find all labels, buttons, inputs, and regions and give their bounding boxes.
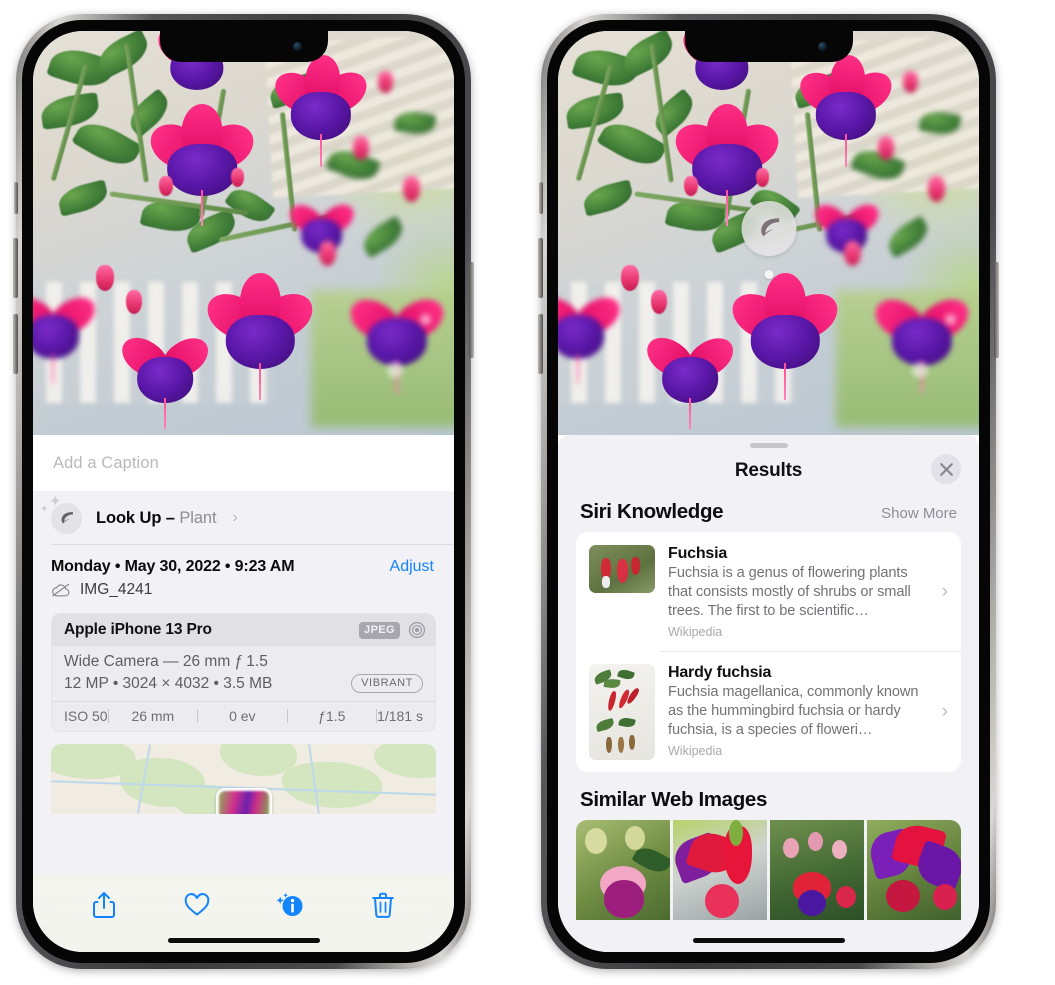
camera-details: Wide Camera — 26 mm ƒ 1.5 12 MP • 3024 ×…: [52, 646, 435, 701]
exif-row: ISO 50 26 mm 0 ev ƒ1.5 1/181 s: [52, 701, 435, 731]
result-title: Fuchsia: [668, 545, 728, 562]
camera-model: Apple iPhone 13 Pro: [64, 621, 212, 638]
format-group: JPEG: [359, 621, 426, 639]
volume-up-button[interactable]: [13, 238, 18, 298]
device-bezel: Add a Caption ✦ ✦ Look Up – Plant › Mond…: [22, 20, 465, 963]
share-button[interactable]: [87, 888, 121, 922]
iphone-left: Add a Caption ✦ ✦ Look Up – Plant › Mond…: [13, 14, 474, 969]
device-notch: [684, 31, 853, 62]
sparkle-icon: ✦: [49, 492, 62, 510]
aperture-icon: [408, 621, 426, 639]
photo-location-pin[interactable]: [215, 788, 272, 814]
result-description: Fuchsia is a genus of flowering plants t…: [668, 565, 911, 619]
result-body: Fuchsia Fuchsia is a genus of flowering …: [668, 545, 929, 639]
sheet-title: Results: [734, 460, 803, 481]
date-row: Monday • May 30, 2022 • 9:23 AM Adjust: [33, 545, 454, 576]
visual-look-up-badge[interactable]: [741, 201, 796, 279]
similar-web-images-header: Similar Web Images: [558, 772, 979, 820]
sparkle-small-icon: ✦: [40, 503, 49, 515]
front-camera: [817, 42, 827, 51]
photographic-style-badge: VIBRANT: [351, 674, 423, 693]
siri-knowledge-header: Siri Knowledge Show More: [558, 494, 979, 532]
exif-ev: 0 ev: [229, 708, 256, 724]
photo-info-sheet: Add a Caption ✦ ✦ Look Up – Plant › Mond…: [33, 435, 454, 952]
chevron-right-icon: ›: [941, 580, 948, 602]
result-description: Fuchsia magellanica, commonly known as t…: [668, 683, 919, 738]
similar-image[interactable]: [673, 819, 767, 920]
exif-shutter: 1/181 s: [377, 708, 423, 724]
leaf-icon[interactable]: [741, 201, 796, 256]
results-sheet: Results Siri Knowledge Show More Fuchsia…: [558, 435, 979, 952]
front-camera: [292, 42, 302, 51]
similar-image[interactable]: [867, 819, 961, 920]
iphone-right: Results Siri Knowledge Show More Fuchsia…: [538, 14, 999, 969]
favorite-button[interactable]: [180, 888, 214, 922]
volume-down-button[interactable]: [13, 314, 18, 374]
screen-right: Results Siri Knowledge Show More Fuchsia…: [558, 31, 979, 952]
similar-image[interactable]: [770, 819, 864, 920]
device-bezel: Results Siri Knowledge Show More Fuchsia…: [547, 20, 990, 963]
show-more-button[interactable]: Show More: [881, 505, 957, 522]
capture-date: Monday • May 30, 2022 • 9:23 AM: [51, 558, 295, 575]
info-button[interactable]: [273, 888, 307, 922]
similar-image[interactable]: [576, 819, 670, 920]
screenshot-stage: Add a Caption ✦ ✦ Look Up – Plant › Mond…: [0, 0, 1055, 985]
list-item[interactable]: Fuchsia Fuchsia is a genus of flowering …: [576, 532, 961, 651]
chevron-right-icon: ›: [941, 700, 948, 722]
delete-button[interactable]: [366, 888, 400, 922]
adjust-button[interactable]: Adjust: [390, 558, 434, 576]
look-up-row[interactable]: ✦ ✦ Look Up – Plant ›: [33, 491, 454, 545]
look-up-subject: Plant: [179, 508, 217, 527]
power-button[interactable]: [994, 262, 999, 358]
size-line: 12 MP • 3024 × 4032 • 3.5 MB: [64, 674, 273, 692]
look-up-title: Look Up –: [96, 508, 175, 527]
mute-switch[interactable]: [539, 182, 543, 214]
photo-viewer[interactable]: [558, 31, 979, 435]
chevron-right-icon: ›: [232, 509, 238, 526]
camera-model-row: Apple iPhone 13 Pro JPEG: [52, 614, 435, 646]
lens-line: Wide Camera — 26 mm ƒ 1.5: [64, 653, 268, 670]
camera-metadata-card[interactable]: Apple iPhone 13 Pro JPEG Wide Camera — 2…: [51, 613, 436, 732]
photo-viewer[interactable]: [33, 31, 454, 435]
location-map[interactable]: [51, 744, 436, 814]
file-name: IMG_4241: [80, 581, 153, 598]
badge-anchor-dot: [764, 270, 773, 279]
siri-knowledge-card: Fuchsia Fuchsia is a genus of flowering …: [576, 532, 961, 772]
exif-aperture: ƒ1.5: [318, 708, 346, 724]
exif-focal: 26 mm: [131, 708, 175, 724]
result-body: Hardy fuchsia Fuchsia magellanica, commo…: [668, 664, 929, 758]
similar-images-strip[interactable]: [576, 819, 961, 920]
exif-iso: ISO 50: [64, 708, 108, 724]
device-notch: [159, 31, 328, 62]
caption-field-row[interactable]: Add a Caption: [33, 435, 454, 491]
section-title: Similar Web Images: [580, 787, 768, 811]
result-title: Hardy fuchsia: [668, 663, 772, 681]
caption-placeholder[interactable]: Add a Caption: [53, 454, 159, 473]
power-button[interactable]: [469, 262, 474, 358]
leaf-icon: ✦ ✦: [40, 494, 82, 534]
list-item[interactable]: Hardy fuchsia Fuchsia magellanica, commo…: [576, 650, 961, 772]
volume-up-button[interactable]: [538, 238, 543, 298]
look-up-label: Look Up – Plant: [96, 508, 217, 528]
close-button[interactable]: [931, 454, 961, 484]
icloud-slash-icon: [51, 583, 71, 597]
mute-switch[interactable]: [14, 182, 18, 214]
results-header: Results: [558, 448, 979, 494]
result-source: Wikipedia: [668, 743, 723, 758]
pin-thumbnail: [218, 791, 269, 814]
volume-down-button[interactable]: [538, 314, 543, 374]
result-thumbnail: [589, 545, 655, 593]
result-thumbnail: [589, 663, 655, 760]
format-badge: JPEG: [359, 621, 400, 639]
section-title: Siri Knowledge: [580, 500, 724, 523]
screen-left: Add a Caption ✦ ✦ Look Up – Plant › Mond…: [33, 31, 454, 952]
result-source: Wikipedia: [668, 624, 723, 639]
file-row: IMG_4241: [33, 576, 454, 599]
home-indicator[interactable]: [692, 938, 845, 943]
home-indicator[interactable]: [167, 938, 320, 943]
